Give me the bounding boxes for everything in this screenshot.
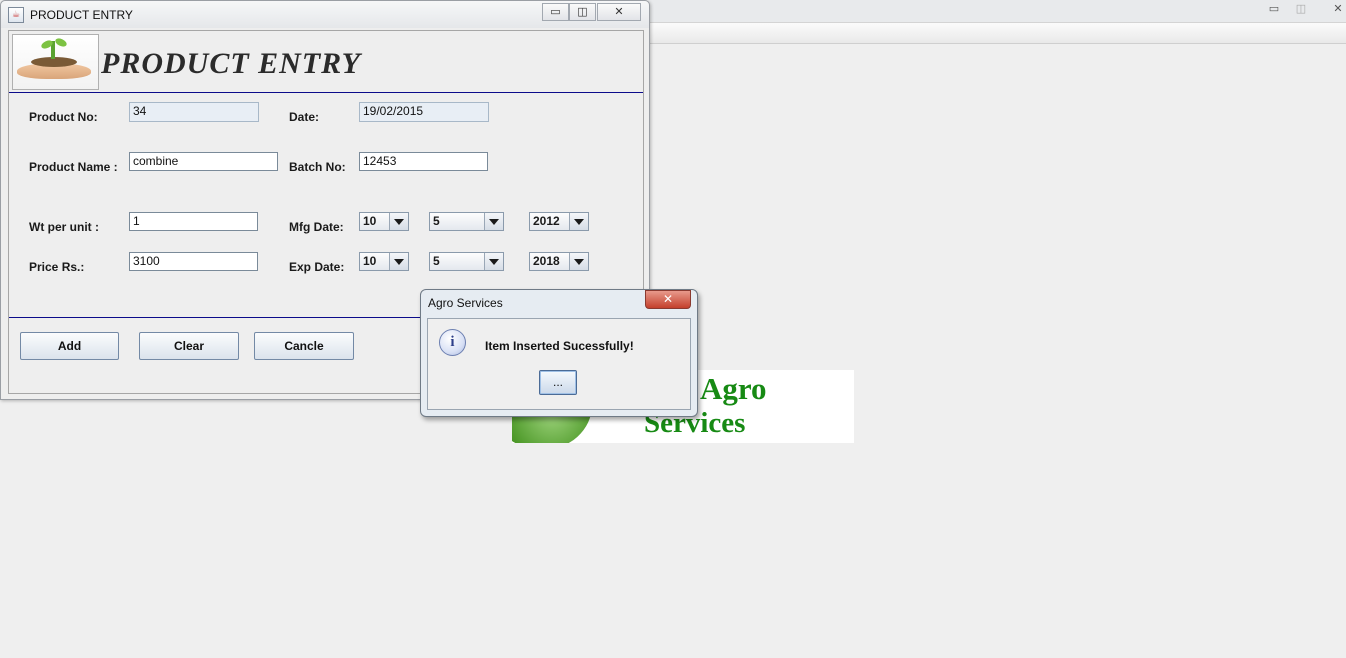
dialog-message: Item Inserted Sucessfully! [485, 339, 634, 353]
cancel-button[interactable]: Cancle [254, 332, 354, 360]
exp-day-value: 10 [363, 254, 377, 268]
window-title: PRODUCT ENTRY [30, 8, 133, 22]
chevron-down-icon[interactable] [569, 213, 588, 230]
background-maximize-icon[interactable]: ◫ [1289, 2, 1313, 16]
mfg-year-select[interactable]: 2012 [529, 212, 589, 231]
exp-month-select[interactable]: 5 [429, 252, 504, 271]
dialog-body: i Item Inserted Sucessfully! ... [427, 318, 691, 410]
exp-month-value: 5 [433, 254, 440, 268]
background-window-toolbar [648, 23, 1346, 44]
dialog-title: Agro Services [428, 296, 503, 310]
clear-button[interactable]: Clear [139, 332, 239, 360]
price-field[interactable]: 3100 [129, 252, 258, 271]
background-close-icon[interactable]: ✕ [1326, 2, 1346, 16]
top-separator [9, 92, 643, 93]
form-heading: PRODUCT ENTRY [101, 47, 361, 80]
mfg-day-value: 10 [363, 214, 377, 228]
wt-per-unit-field[interactable]: 1 [129, 212, 258, 231]
chevron-down-icon[interactable] [389, 253, 408, 270]
background-minimize-icon[interactable]: ▭ [1262, 2, 1286, 16]
add-button[interactable]: Add [20, 332, 119, 360]
message-dialog: Agro Services ✕ i Item Inserted Sucessfu… [420, 289, 698, 417]
dialog-ok-button[interactable]: ... [539, 370, 577, 395]
java-app-icon: ☕ [8, 7, 24, 23]
chevron-down-icon[interactable] [484, 213, 503, 230]
chevron-down-icon[interactable] [484, 253, 503, 270]
batch-no-field[interactable]: 12453 [359, 152, 488, 171]
exp-date-label: Exp Date: [289, 260, 345, 274]
price-label: Price Rs.: [29, 260, 85, 274]
exp-year-value: 2018 [533, 254, 560, 268]
plant-in-hand-image [12, 34, 99, 90]
product-no-field[interactable]: 34 [129, 102, 259, 122]
product-no-label: Product No: [29, 110, 98, 124]
date-field[interactable]: 19/02/2015 [359, 102, 489, 122]
chevron-down-icon[interactable] [569, 253, 588, 270]
window-titlebar[interactable]: ☕ PRODUCT ENTRY ▭ ◫ ✕ [1, 1, 649, 28]
mfg-month-value: 5 [433, 214, 440, 228]
mfg-month-select[interactable]: 5 [429, 212, 504, 231]
product-name-label: Product Name : [29, 160, 118, 174]
leaf-icon [54, 36, 68, 49]
mfg-year-value: 2012 [533, 214, 560, 228]
close-icon[interactable]: ✕ [597, 3, 641, 21]
chevron-down-icon[interactable] [389, 213, 408, 230]
date-label: Date: [289, 110, 320, 124]
exp-year-select[interactable]: 2018 [529, 252, 589, 271]
wt-per-unit-label: Wt per unit : [29, 220, 99, 234]
background-window-titlebar [648, 0, 1346, 23]
product-name-field[interactable]: combine [129, 152, 278, 171]
mfg-date-label: Mfg Date: [289, 220, 344, 234]
maximize-icon[interactable]: ◫ [569, 3, 596, 21]
info-icon: i [439, 329, 466, 356]
exp-day-select[interactable]: 10 [359, 252, 409, 271]
dialog-close-icon[interactable]: ✕ [645, 290, 691, 309]
mfg-day-select[interactable]: 10 [359, 212, 409, 231]
batch-no-label: Batch No: [289, 160, 346, 174]
minimize-icon[interactable]: ▭ [542, 3, 569, 21]
